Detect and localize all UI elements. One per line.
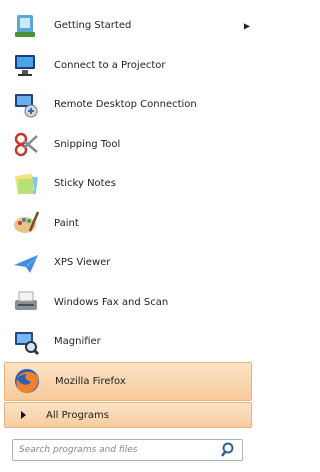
xps-viewer-icon [10,247,42,279]
paint-palette-icon [10,207,42,239]
getting-started-icon [10,10,42,42]
scissors-icon [10,128,42,160]
program-label: Snipping Tool [54,138,121,150]
program-label: XPS Viewer [54,257,111,269]
program-xps-viewer[interactable]: XPS Viewer [4,243,252,283]
program-label: Sticky Notes [54,178,116,190]
program-list: Getting Started ▶ Connect to a Projector [4,6,252,401]
all-programs-label: All Programs [46,409,109,421]
program-windows-fax-scan[interactable]: Windows Fax and Scan [4,283,252,323]
program-label: Magnifier [54,336,101,348]
program-paint[interactable]: Paint [4,204,252,244]
program-label: Mozilla Firefox [55,375,126,387]
search-icon[interactable] [220,441,238,459]
sticky-notes-icon [10,168,42,200]
expand-arrow-icon [21,411,26,419]
remote-desktop-icon [10,89,42,121]
program-label: Paint [54,217,79,229]
program-label: Remote Desktop Connection [54,99,197,111]
program-label: Connect to a Projector [54,59,166,71]
magnifier-icon [10,326,42,358]
fax-scan-icon [10,286,42,318]
program-connect-projector[interactable]: Connect to a Projector [4,46,252,86]
search-box[interactable] [12,439,243,461]
program-label: Windows Fax and Scan [54,296,169,308]
program-label: Getting Started [54,20,132,32]
program-sticky-notes[interactable]: Sticky Notes [4,164,252,204]
program-snipping-tool[interactable]: Snipping Tool [4,125,252,165]
program-magnifier[interactable]: Magnifier [4,322,252,362]
program-remote-desktop[interactable]: Remote Desktop Connection [4,85,252,125]
firefox-icon [11,365,43,397]
program-mozilla-firefox[interactable]: Mozilla Firefox [4,361,252,401]
projector-icon [10,49,42,81]
start-menu: Getting Started ▶ Connect to a Projector [0,0,255,472]
search-input[interactable] [13,444,220,456]
program-getting-started[interactable]: Getting Started ▶ [4,6,252,46]
submenu-arrow-icon: ▶ [243,21,250,31]
all-programs-button[interactable]: All Programs [4,402,252,428]
